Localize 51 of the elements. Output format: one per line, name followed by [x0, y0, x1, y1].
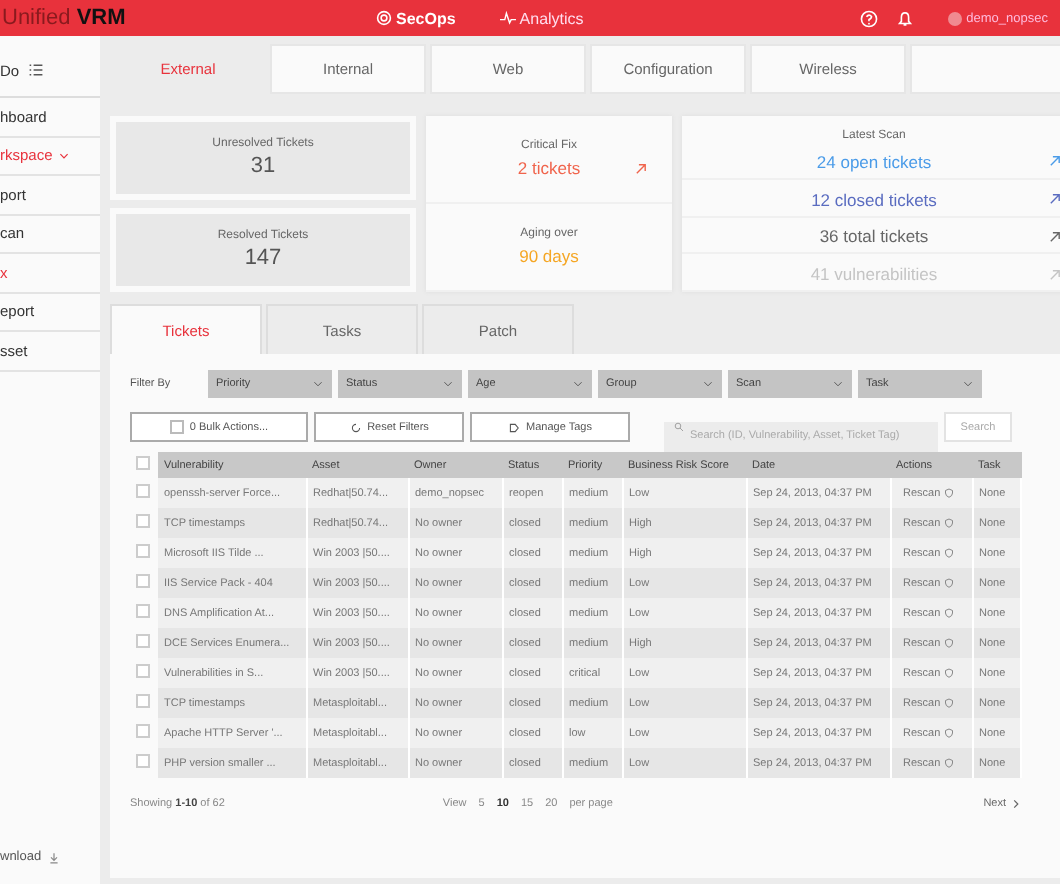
nav-link[interactable]: SecOps [376, 9, 456, 27]
shield-icon [944, 668, 955, 678]
chevron-icon [442, 378, 454, 390]
pulse-icon [499, 10, 516, 26]
download-icon [47, 851, 60, 863]
checkbox[interactable] [136, 724, 150, 738]
shield-icon [944, 758, 955, 768]
checkbox[interactable] [136, 484, 150, 498]
refresh-icon [349, 421, 362, 433]
help-icon[interactable] [860, 9, 879, 27]
scan-link[interactable]: 24 open tickets [816, 151, 932, 172]
brand-logo[interactable]: Unified VRM [2, 6, 376, 30]
stat-value: 2 tickets [517, 158, 581, 178]
arrow-icon[interactable] [1048, 192, 1060, 207]
scan-link[interactable]: 12 closed tickets [811, 189, 937, 210]
list-icon[interactable] [27, 62, 44, 78]
checkbox[interactable] [136, 694, 150, 708]
shield-icon [944, 728, 955, 738]
search-icon [674, 422, 684, 432]
checkbox[interactable] [136, 574, 150, 588]
chevron-icon [832, 378, 844, 390]
shield-icon [944, 638, 955, 648]
chevron-icon [572, 378, 584, 390]
checkbox[interactable] [136, 664, 150, 678]
stat-value: 90 days [519, 246, 579, 266]
bell-icon[interactable] [896, 9, 915, 27]
checkbox[interactable] [136, 514, 150, 528]
checkbox[interactable] [136, 754, 150, 768]
stat-value: 31 [250, 154, 276, 178]
avatar-icon[interactable] [948, 11, 963, 25]
shield-icon [944, 578, 955, 588]
shield-icon [944, 518, 955, 528]
checkbox[interactable] [136, 456, 150, 470]
shield-icon [944, 548, 955, 558]
chevron-icon [962, 378, 974, 390]
arrow-icon[interactable] [1048, 229, 1060, 244]
chevron-icon [1010, 798, 1022, 810]
arrow-icon[interactable] [1048, 154, 1060, 169]
checkbox[interactable] [136, 604, 150, 618]
chevron-icon [312, 378, 324, 390]
checkbox[interactable] [136, 634, 150, 648]
arrow-icon[interactable] [634, 161, 648, 175]
checkbox[interactable] [136, 544, 150, 558]
shield-icon [944, 698, 955, 708]
scan-link[interactable]: 36 total tickets [819, 226, 929, 247]
chevron-icon [702, 378, 714, 390]
stat-value: 147 [244, 246, 282, 270]
tag-icon [508, 421, 521, 433]
nav-link[interactable]: Analytics [499, 9, 584, 27]
shield-icon [944, 608, 955, 618]
shield-icon [944, 488, 955, 498]
